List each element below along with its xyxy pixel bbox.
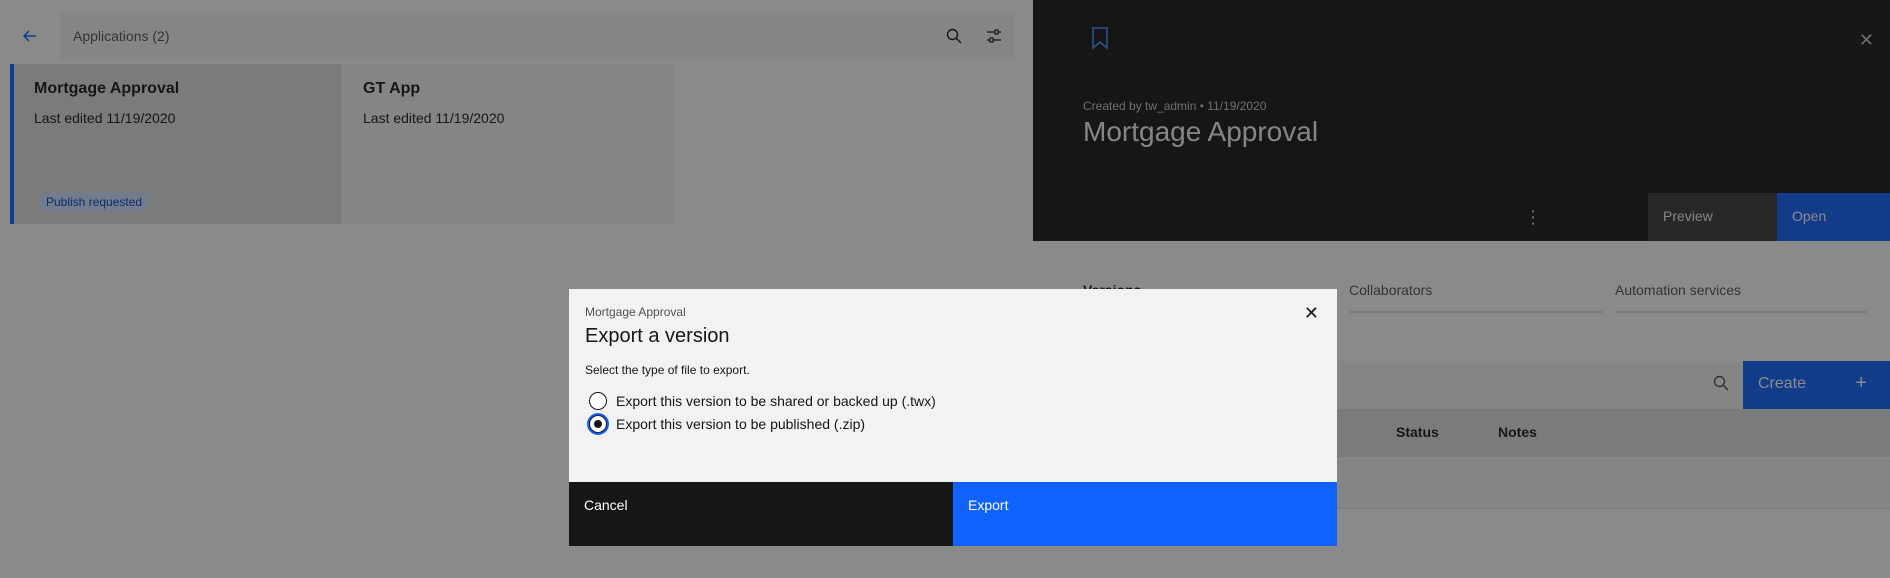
radio-button[interactable]	[589, 392, 607, 410]
export-version-modal: Mortgage Approval Export a version ✕ Sel…	[569, 289, 1337, 546]
modal-footer: Cancel Export	[569, 482, 1337, 546]
modal-title: Export a version	[585, 325, 730, 347]
radio-dot	[594, 420, 602, 428]
radio-button-selected[interactable]	[589, 415, 607, 433]
modal-description: Select the type of file to export.	[585, 363, 750, 377]
export-option-twx[interactable]: Export this version to be shared or back…	[589, 392, 936, 410]
modal-label: Mortgage Approval	[585, 305, 686, 319]
close-icon[interactable]: ✕	[1304, 303, 1319, 324]
radio-label: Export this version to be published (.zi…	[616, 416, 866, 432]
export-button[interactable]: Export	[953, 482, 1337, 546]
radio-label: Export this version to be shared or back…	[616, 393, 936, 409]
cancel-button[interactable]: Cancel	[569, 482, 953, 546]
export-option-zip[interactable]: Export this version to be published (.zi…	[589, 415, 865, 433]
